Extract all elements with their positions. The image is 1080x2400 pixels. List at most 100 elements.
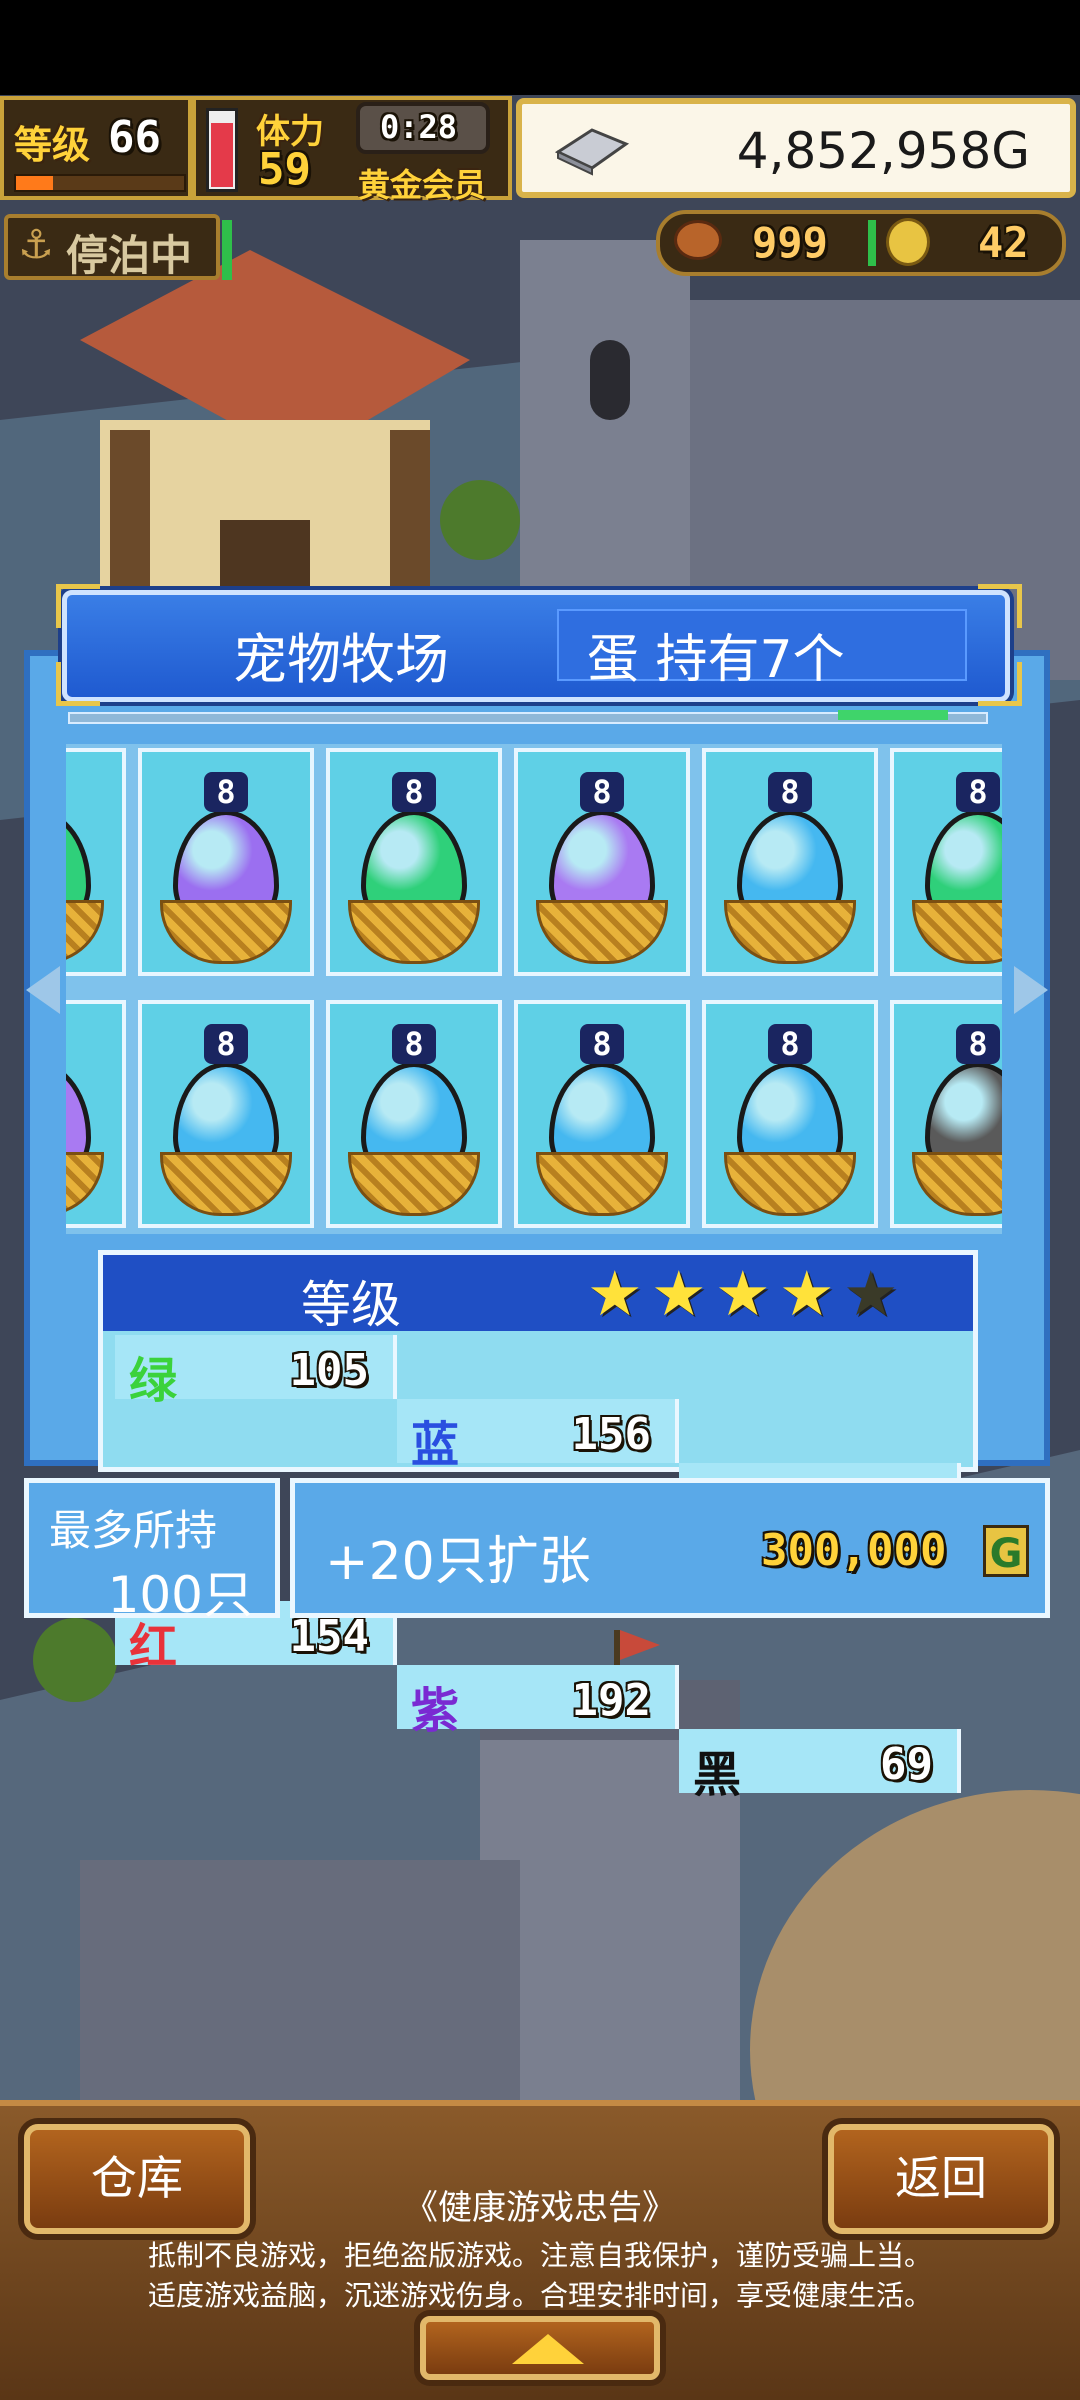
level-label: 等级 — [14, 123, 91, 167]
banner-corner-right-bottom — [978, 662, 1022, 706]
nest-icon — [912, 900, 1002, 964]
star-filled-icon: ★ — [715, 1257, 771, 1330]
timer: 0:28 — [380, 108, 458, 146]
egg-level-badge: 8 — [768, 1024, 812, 1064]
top-egg-slot[interactable]: 8 — [514, 748, 690, 976]
status-bar-area — [0, 0, 1080, 95]
top-egg-slot[interactable]: 8 — [66, 748, 126, 976]
stat-value: 156 — [571, 1409, 651, 1460]
expand-price: 300,000 — [761, 1525, 947, 1576]
star-filled-icon: ★ — [587, 1257, 643, 1330]
expand-price-tag: 300,000 G — [761, 1523, 1037, 1583]
nest-icon — [160, 900, 292, 964]
top-egg-slot[interactable]: 8 — [138, 748, 314, 976]
health-notice-title: 《健康游戏忠告》 — [404, 2188, 676, 2228]
bottom-egg-slot[interactable]: 8 — [138, 1000, 314, 1228]
capacity-value: 100只 — [107, 1566, 253, 1624]
top-egg-slot[interactable]: 8 — [702, 748, 878, 976]
egg-count-label: 蛋 持有7个 — [587, 630, 845, 690]
star-rating: ★ ★ ★ ★ ★ — [587, 1257, 907, 1330]
stat-cell: 绿 105 — [115, 1335, 397, 1409]
nest-icon — [724, 1152, 856, 1216]
dock-indicator — [222, 220, 232, 280]
capacity-box: 最多所持 100只 — [24, 1478, 280, 1624]
egg-level-badge: 8 — [580, 772, 624, 812]
egg-grid: 8888888 8888888 — [66, 744, 1002, 1234]
expand-label: +20只扩张 — [325, 1532, 591, 1592]
nest-icon — [348, 1152, 480, 1216]
star-empty-icon: ★ — [843, 1257, 899, 1330]
scroll-thumb[interactable] — [838, 710, 948, 720]
nest-icon — [536, 900, 668, 964]
prev-page-arrow[interactable] — [26, 966, 60, 1014]
exp-bar-fill — [16, 176, 53, 190]
egg-row-top: 8888888 — [66, 748, 1002, 980]
top-egg-slot[interactable]: 8 — [890, 748, 1002, 976]
stats-header: 等级 ★ ★ ★ ★ ★ — [103, 1255, 973, 1334]
bottom-egg-slot[interactable]: 8 — [514, 1000, 690, 1228]
top-egg-slot[interactable]: 8 — [326, 748, 502, 976]
bottom-egg-slot[interactable]: 8 — [702, 1000, 878, 1228]
gold-amount: 4,852,958G — [736, 122, 1030, 180]
banner-corner-right-top — [978, 584, 1022, 628]
anchor-icon: ⚓ — [18, 222, 54, 268]
membership-label: 黄金会员 — [358, 166, 487, 204]
egg-level-badge: 8 — [204, 772, 248, 812]
bottom-egg-slot[interactable]: 8 — [326, 1000, 502, 1228]
egg-level-badge: 8 — [768, 772, 812, 812]
egg-level-badge: 8 — [204, 1024, 248, 1064]
dialog-title: 宠物牧场 — [233, 628, 449, 691]
egg-level-badge: 8 — [956, 1024, 1000, 1064]
food-count: 999 — [752, 218, 828, 267]
dialog-title-banner: 宠物牧场 蛋 持有7个 — [62, 590, 1010, 702]
egg-level-badge: 8 — [580, 1024, 624, 1064]
silver-ingot-icon — [554, 128, 630, 176]
stat-value: 154 — [289, 1611, 369, 1662]
stamina-value: 59 — [258, 144, 311, 195]
stat-cell: 蓝 156 — [397, 1399, 679, 1473]
gold-panel: 4,852,958G — [516, 98, 1076, 198]
timer-box: 0:28 — [356, 102, 490, 154]
stamina-panel: 体力 59 0:28 黄金会员 — [192, 96, 512, 204]
banner-corner-left-bottom — [56, 662, 100, 706]
scroll-track[interactable] — [68, 710, 988, 724]
exp-bar — [14, 174, 186, 192]
expand-capacity-button[interactable]: +20只扩张 300,000 G — [290, 1478, 1050, 1618]
nest-icon — [66, 900, 104, 964]
nest-icon — [536, 1152, 668, 1216]
star-filled-icon: ★ — [779, 1257, 835, 1330]
stat-cell: 黑 69 — [679, 1729, 961, 1803]
coin-count: 42 — [978, 218, 1029, 267]
next-page-arrow[interactable] — [1014, 966, 1048, 1014]
stat-key: 蓝 — [411, 1417, 460, 1473]
stats-level-label: 等级 — [301, 1276, 401, 1334]
egg-level-badge: 8 — [392, 1024, 436, 1064]
dock-status-text: 停泊中 — [66, 231, 193, 280]
nest-icon — [912, 1152, 1002, 1216]
dock-status-badge[interactable]: ⚓ 停泊中 — [4, 214, 220, 280]
level-value: 66 — [108, 112, 161, 163]
nest-icon — [66, 1152, 104, 1216]
stamina-gauge-fill — [211, 123, 233, 187]
star-filled-icon: ★ — [651, 1257, 707, 1330]
resource-panel: 999 42 — [656, 210, 1066, 276]
stat-value: 69 — [880, 1739, 933, 1790]
egg-count-box: 蛋 持有7个 — [557, 609, 967, 690]
egg-level-badge: 8 — [956, 772, 1000, 812]
up-arrow-icon — [512, 2334, 584, 2364]
banner-corner-left-top — [56, 584, 100, 628]
stamina-gauge — [206, 108, 238, 192]
stat-key: 紫 — [411, 1683, 460, 1739]
bottom-egg-slot[interactable]: 8 — [890, 1000, 1002, 1228]
health-notice-line-2: 适度游戏益脑，沉迷游戏伤身。合理安排时间，享受健康生活。 — [147, 2279, 932, 2312]
stat-key: 黑 — [693, 1747, 742, 1803]
health-notice-line-1: 抵制不良游戏，拒绝盗版游戏。注意自我保护，谨防受骗上当。 — [147, 2239, 932, 2272]
nest-icon — [724, 900, 856, 964]
coin-icon — [886, 218, 930, 266]
bottom-egg-slot[interactable]: 8 — [66, 1000, 126, 1228]
stat-value: 105 — [289, 1345, 369, 1396]
level-panel: 等级 66 — [0, 96, 192, 200]
expand-menu-button[interactable] — [420, 2316, 660, 2380]
egg-level-badge: 8 — [392, 772, 436, 812]
stats-rows: 绿105蓝156黄91红154紫192黑69 — [115, 1335, 961, 1803]
